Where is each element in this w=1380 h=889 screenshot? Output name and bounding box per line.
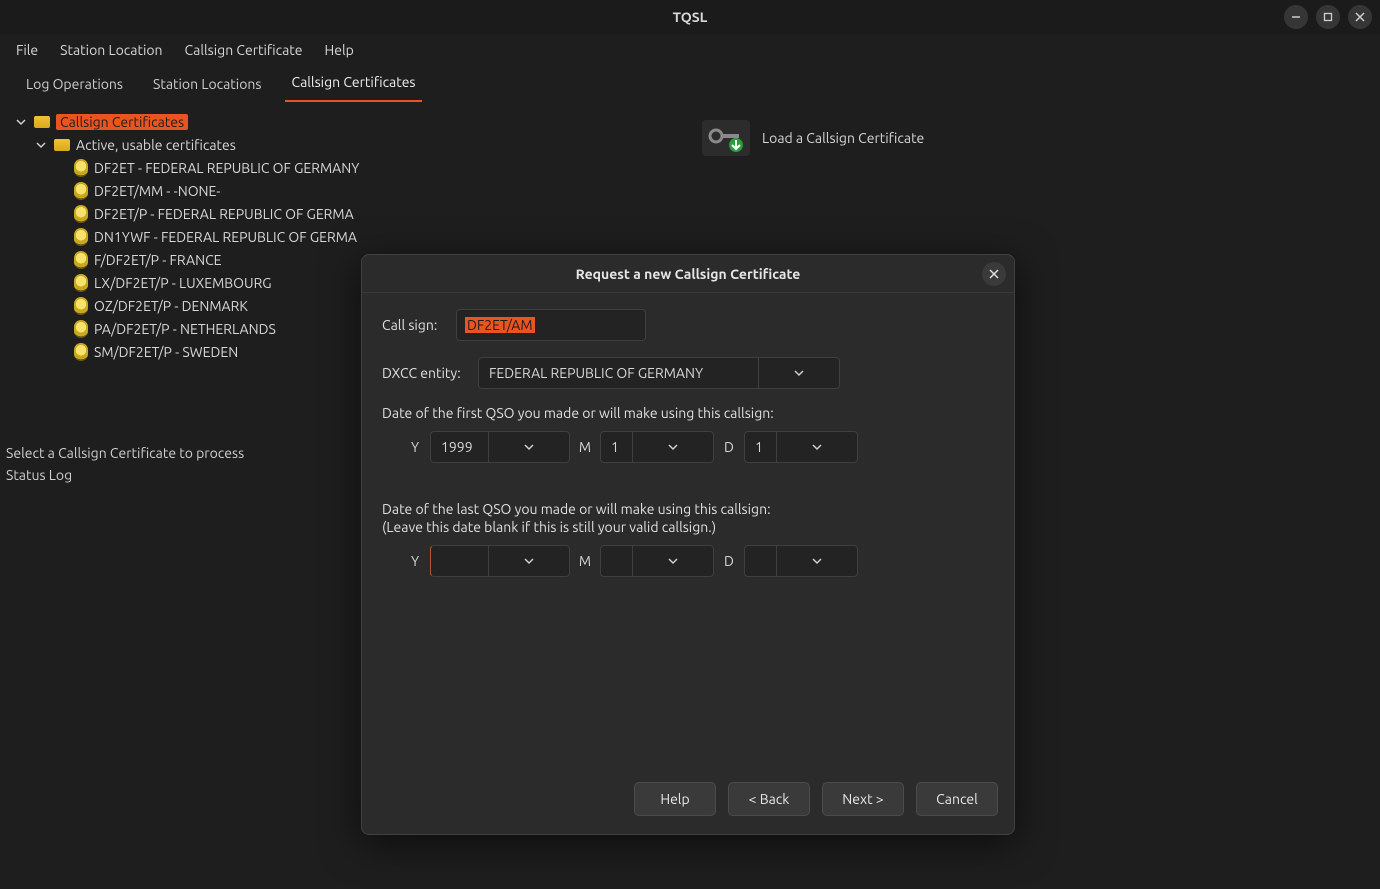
tree-active-group-row[interactable]: Active, usable certificates xyxy=(12,133,688,156)
minimize-button[interactable] xyxy=(1284,5,1308,29)
chevron-down-icon[interactable] xyxy=(758,357,840,389)
dialog-close-button[interactable] xyxy=(982,262,1006,286)
back-button[interactable]: < Back xyxy=(728,782,810,816)
chevron-down-icon[interactable] xyxy=(776,545,858,577)
certificate-icon xyxy=(74,159,88,177)
last-qso-label-1: Date of the last QSO you made or will ma… xyxy=(382,501,994,517)
dxcc-value: FEDERAL REPUBLIC OF GERMANY xyxy=(478,357,758,389)
last-qso-year-value xyxy=(430,545,488,577)
last-qso-label-2: (Leave this date blank if this is still … xyxy=(382,519,994,535)
year-label: Y xyxy=(408,439,422,455)
load-certificate-row[interactable]: Load a Callsign Certificate xyxy=(702,110,1368,166)
last-qso-year-combo[interactable] xyxy=(430,545,570,577)
month-label: M xyxy=(578,439,592,455)
certificate-icon xyxy=(74,297,88,315)
last-qso-month-combo[interactable] xyxy=(600,545,714,577)
first-qso-month-combo[interactable]: 1 xyxy=(600,431,714,463)
folder-icon xyxy=(34,116,50,128)
menu-help[interactable]: Help xyxy=(315,36,364,64)
next-button[interactable]: Next > xyxy=(822,782,904,816)
dxcc-label: DXCC entity: xyxy=(382,365,468,381)
year-label: Y xyxy=(408,553,422,569)
first-qso-day-combo[interactable]: 1 xyxy=(744,431,858,463)
dialog-title: Request a new Callsign Certificate xyxy=(576,266,801,282)
menu-station-location[interactable]: Station Location xyxy=(50,36,172,64)
certificate-icon xyxy=(74,205,88,223)
certificate-icon xyxy=(74,228,88,246)
cert-label: DF2ET - FEDERAL REPUBLIC OF GERMANY xyxy=(94,160,359,176)
chevron-down-icon[interactable] xyxy=(488,545,570,577)
dxcc-row: DXCC entity: FEDERAL REPUBLIC OF GERMANY xyxy=(382,357,994,389)
titlebar: TQSL xyxy=(0,0,1380,34)
last-qso-date-row: Y M D xyxy=(382,545,994,577)
tree-active-group-label: Active, usable certificates xyxy=(76,137,236,153)
first-qso-year-value: 1999 xyxy=(430,431,488,463)
dialog-footer: Help < Back Next > Cancel xyxy=(362,776,1014,834)
dialog-titlebar: Request a new Callsign Certificate xyxy=(362,255,1014,293)
menu-file[interactable]: File xyxy=(6,36,48,64)
menu-callsign-certificate[interactable]: Callsign Certificate xyxy=(175,36,313,64)
tab-station-locations[interactable]: Station Locations xyxy=(147,68,267,102)
close-button[interactable] xyxy=(1348,5,1372,29)
load-certificate-label: Load a Callsign Certificate xyxy=(762,130,924,146)
cert-label: OZ/DF2ET/P - DENMARK xyxy=(94,298,248,314)
last-qso-day-value xyxy=(744,545,776,577)
tree-root-label: Callsign Certificates xyxy=(56,114,188,130)
last-qso-day-combo[interactable] xyxy=(744,545,858,577)
chevron-down-icon[interactable] xyxy=(34,140,48,150)
chevron-down-icon[interactable] xyxy=(488,431,570,463)
certificate-icon xyxy=(74,274,88,292)
cert-label: DN1YWF - FEDERAL REPUBLIC OF GERMA xyxy=(94,229,357,245)
tree-root-row[interactable]: Callsign Certificates xyxy=(12,110,688,133)
cert-label: SM/DF2ET/P - SWEDEN xyxy=(94,344,238,360)
callsign-value: DF2ET/AM xyxy=(465,317,535,333)
cert-label: DF2ET/MM - -NONE- xyxy=(94,183,220,199)
help-button[interactable]: Help xyxy=(634,782,716,816)
chevron-down-icon[interactable] xyxy=(776,431,858,463)
day-label: D xyxy=(722,439,736,455)
window-controls xyxy=(1284,5,1372,29)
tab-callsign-certificates[interactable]: Callsign Certificates xyxy=(285,66,421,102)
first-qso-day-value: 1 xyxy=(744,431,776,463)
certificate-icon xyxy=(74,182,88,200)
request-certificate-dialog: Request a new Callsign Certificate Call … xyxy=(361,254,1015,835)
chevron-down-icon[interactable] xyxy=(14,117,28,127)
first-qso-date-row: Y 1999 M 1 D 1 xyxy=(382,431,994,463)
tab-log-operations[interactable]: Log Operations xyxy=(20,68,129,102)
certificate-icon xyxy=(74,343,88,361)
cert-label: F/DF2ET/P - FRANCE xyxy=(94,252,222,268)
chevron-down-icon[interactable] xyxy=(632,545,714,577)
certificate-icon xyxy=(74,251,88,269)
cert-label: PA/DF2ET/P - NETHERLANDS xyxy=(94,321,276,337)
menubar: File Station Location Callsign Certifica… xyxy=(0,34,1380,66)
cert-label: LX/DF2ET/P - LUXEMBOURG xyxy=(94,275,272,291)
window-title: TQSL xyxy=(673,9,708,25)
cert-item[interactable]: DN1YWF - FEDERAL REPUBLIC OF GERMA xyxy=(12,225,688,248)
callsign-row: Call sign: DF2ET/AM xyxy=(382,309,994,341)
chevron-down-icon[interactable] xyxy=(632,431,714,463)
last-qso-month-value xyxy=(600,545,632,577)
first-qso-label: Date of the first QSO you made or will m… xyxy=(382,405,994,421)
content-area: Callsign Certificates Active, usable cer… xyxy=(0,102,1380,889)
maximize-button[interactable] xyxy=(1316,5,1340,29)
dialog-body: Call sign: DF2ET/AM DXCC entity: FEDERAL… xyxy=(362,293,1014,776)
cancel-button[interactable]: Cancel xyxy=(916,782,998,816)
callsign-input[interactable]: DF2ET/AM xyxy=(456,309,646,341)
dxcc-combo[interactable]: FEDERAL REPUBLIC OF GERMANY xyxy=(478,357,840,389)
month-label: M xyxy=(578,553,592,569)
callsign-label: Call sign: xyxy=(382,317,446,333)
day-label: D xyxy=(722,553,736,569)
cert-label: DF2ET/P - FEDERAL REPUBLIC OF GERMA xyxy=(94,206,354,222)
certificate-icon xyxy=(74,320,88,338)
tabbar: Log Operations Station Locations Callsig… xyxy=(0,66,1380,102)
first-qso-month-value: 1 xyxy=(600,431,632,463)
cert-item[interactable]: DF2ET/P - FEDERAL REPUBLIC OF GERMA xyxy=(12,202,688,225)
first-qso-year-combo[interactable]: 1999 xyxy=(430,431,570,463)
folder-icon xyxy=(54,139,70,151)
key-download-icon xyxy=(702,120,750,156)
cert-item[interactable]: DF2ET/MM - -NONE- xyxy=(12,179,688,202)
cert-item[interactable]: DF2ET - FEDERAL REPUBLIC OF GERMANY xyxy=(12,156,688,179)
